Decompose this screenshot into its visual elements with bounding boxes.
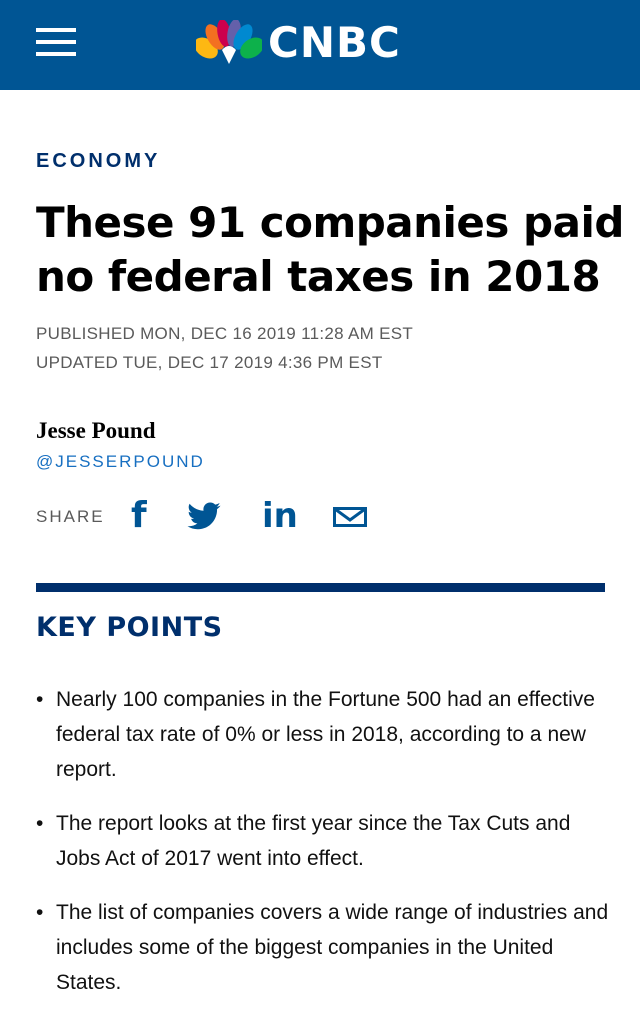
bullet-icon: • xyxy=(36,688,44,711)
list-item: • The report looks at the first year sin… xyxy=(36,806,616,876)
key-points-list: • Nearly 100 companies in the Fortune 50… xyxy=(36,682,616,1019)
bullet-icon: • xyxy=(36,812,44,835)
updated-timestamp: UPDATED TUE, DEC 17 2019 4:36 PM EST xyxy=(36,353,383,372)
section-label[interactable]: ECONOMY xyxy=(36,150,160,173)
peacock-logo-icon xyxy=(196,20,262,64)
top-nav-bar: CNBC xyxy=(0,0,640,90)
email-icon[interactable] xyxy=(333,496,367,536)
facebook-icon[interactable]: f xyxy=(131,496,153,536)
twitter-icon[interactable] xyxy=(186,496,222,536)
key-point-text: Nearly 100 companies in the Fortune 500 … xyxy=(56,688,595,781)
linkedin-icon[interactable]: in xyxy=(262,496,298,536)
list-item: • The list of companies covers a wide ra… xyxy=(36,895,616,1000)
published-timestamp: PUBLISHED MON, DEC 16 2019 11:28 AM EST xyxy=(36,324,414,343)
author-name[interactable]: Jesse Pound xyxy=(36,418,156,444)
hamburger-menu-icon[interactable] xyxy=(36,25,76,59)
key-point-text: The list of companies covers a wide rang… xyxy=(56,901,609,994)
share-label: SHARE xyxy=(36,507,105,526)
list-item: • Nearly 100 companies in the Fortune 50… xyxy=(36,682,616,787)
article-headline: These 91 companies paid no federal taxes… xyxy=(36,198,624,301)
bullet-icon: • xyxy=(36,901,44,924)
brand-name: CNBC xyxy=(268,18,401,67)
key-points-divider xyxy=(36,583,605,592)
key-points-title: KEY POINTS xyxy=(36,612,223,643)
cnbc-logo[interactable]: CNBC xyxy=(196,20,446,66)
key-point-text: The report looks at the first year since… xyxy=(56,812,571,870)
author-twitter-handle[interactable]: @JESSERPOUND xyxy=(36,452,205,472)
